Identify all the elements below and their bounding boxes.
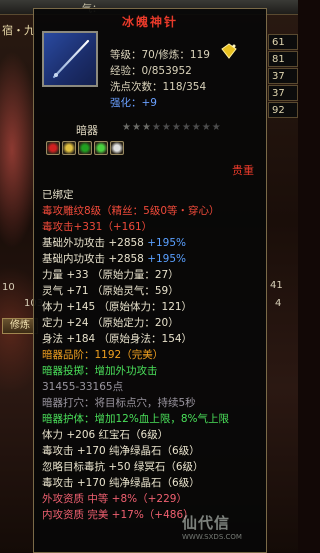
star-icon: ★ <box>171 122 182 133</box>
attribute-line: 暗器打穴：将目标点穴，持续5秒 <box>42 397 196 409</box>
right-stat-panel: 61 81 37 37 92 <box>268 34 298 119</box>
level-line: 等级：70/修炼：119 <box>110 49 210 61</box>
gold-gem-icon <box>221 43 237 59</box>
left-number: 10 <box>2 282 15 293</box>
star-icon: ★ <box>211 122 222 133</box>
star-icon: ★ <box>191 122 202 133</box>
attribute-line: 力量 +33 （原始力量：27） <box>42 269 179 281</box>
star-icon: ★ <box>181 122 192 133</box>
watermark-url: WWW.SXDS.COM <box>182 533 242 541</box>
attribute-line: 外攻资质 中等 +8%（+229） <box>42 493 187 505</box>
attribute-line: 基础外功攻击 +2858 +195% <box>42 237 187 249</box>
watermark-text: 仙代信 <box>182 514 231 532</box>
precious-label: 贵重 <box>232 164 254 177</box>
attribute-line: 暗器品阶：1192（完美） <box>42 349 164 361</box>
gem-slot-0 <box>46 141 60 155</box>
needle-icon <box>52 39 90 79</box>
right-stat: 37 <box>268 85 298 101</box>
attribute-line: 忽略目标毒抗 +50 绿冥石（6级） <box>42 461 204 473</box>
attribute-line: 暗器护体：增加12%血上限，8%气上限 <box>42 413 229 425</box>
gem-slot-4 <box>110 141 124 155</box>
right-number: 4 <box>275 298 282 309</box>
attribute-line: 体力 +145 （原始体力：121） <box>42 301 193 313</box>
gem-slot-1 <box>62 141 76 155</box>
attribute-line: 31455-33165点 <box>42 381 124 393</box>
star-rating: ★★★★★★★★★★ <box>122 122 222 133</box>
right-stat: 61 <box>268 34 298 50</box>
attribute-line: 毒攻击+331（+161） <box>42 221 153 233</box>
attribute-line: 定力 +24 （原始定力：20） <box>42 317 179 329</box>
attribute-line: 灵气 +71 （原始灵气：59） <box>42 285 179 297</box>
attribute-line: 毒攻雕纹8级（精丝：5级0等・穿心） <box>42 205 220 217</box>
star-icon: ★ <box>122 122 132 133</box>
star-icon: ★ <box>201 122 212 133</box>
left-scene-text: 宿・九 <box>2 24 35 37</box>
attribute-list: 已绑定毒攻雕纹8级（精丝：5级0等・穿心） 毒攻击+331（+161） 基础外功攻击… <box>42 187 266 523</box>
gem-slots <box>46 141 126 158</box>
star-icon: ★ <box>161 122 172 133</box>
attribute-line: 体力 +206 红宝石（6级） <box>42 429 169 441</box>
item-category: 暗器 <box>76 124 98 137</box>
strengthen-line: 强化：+9 <box>110 97 157 109</box>
right-number: 41 <box>270 280 283 291</box>
item-tooltip: 冰魄神针 等级：70/修炼：119 经验：0/853952 洗点次数：118/3… <box>33 8 267 553</box>
item-icon <box>42 31 98 87</box>
attribute-line: 毒攻击 +170 纯净绿晶石（6级） <box>42 445 200 457</box>
right-stat: 92 <box>268 102 298 118</box>
right-stat: 37 <box>268 68 298 84</box>
attribute-line: 已绑定 <box>42 189 74 201</box>
attribute-line: 暗器投掷：增加外功攻击 <box>42 365 158 377</box>
watermark: 仙代信 WWW.SXDS.COM <box>182 512 242 541</box>
item-name: 冰魄神针 <box>121 15 178 29</box>
right-stat: 81 <box>268 51 298 67</box>
star-icon: ★ <box>131 122 142 133</box>
exp-line: 经验：0/853952 <box>110 65 192 77</box>
gem-slot-2 <box>78 141 92 155</box>
wash-count-line: 洗点次数：118/354 <box>110 81 207 93</box>
attribute-line: 基础内功攻击 +2858 +195% <box>42 253 187 265</box>
attribute-line: 身法 +184 （原始身法：154） <box>42 333 193 345</box>
star-icon: ★ <box>151 122 162 133</box>
attribute-line: 毒攻击 +170 纯净绿晶石（6级） <box>42 477 200 489</box>
gem-slot-3 <box>94 141 108 155</box>
star-icon: ★ <box>141 122 152 133</box>
